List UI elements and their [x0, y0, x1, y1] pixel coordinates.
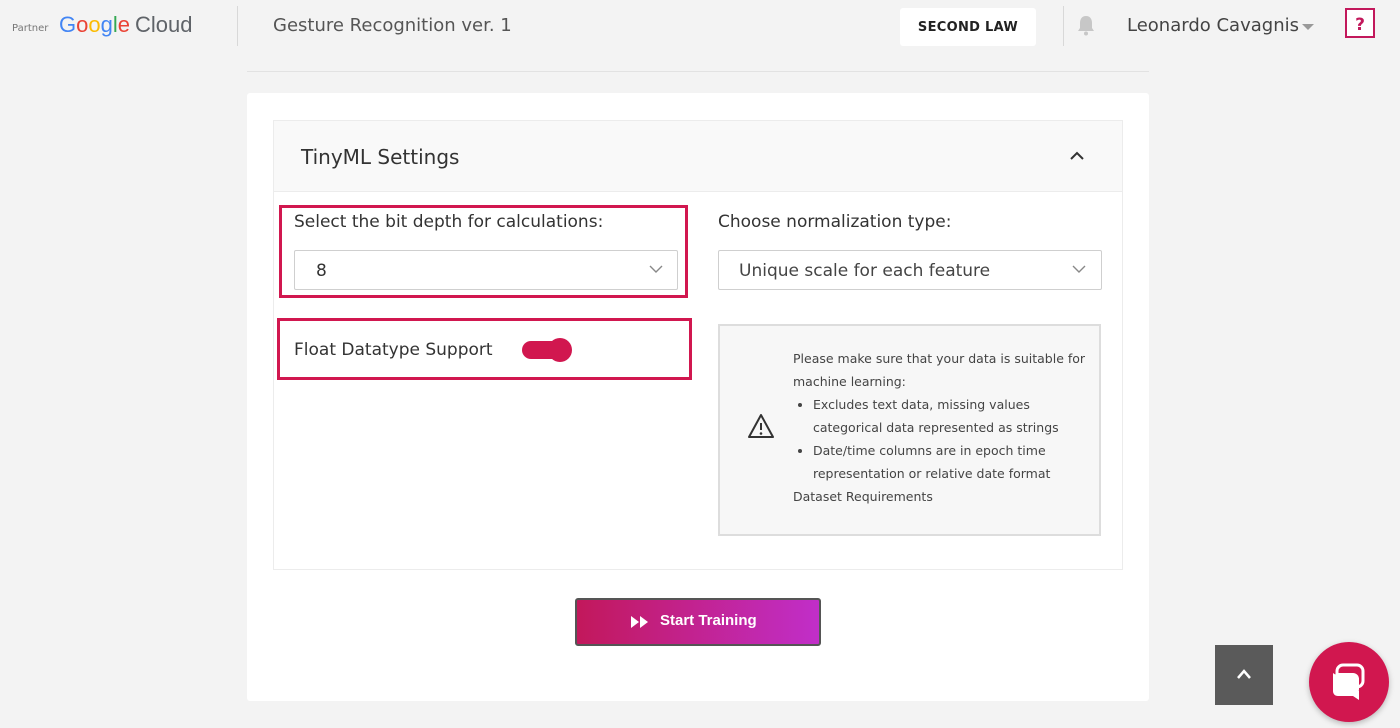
start-training-button[interactable]: Start Training	[575, 598, 821, 646]
bit-depth-select[interactable]: 8	[294, 250, 678, 290]
chat-widget-button[interactable]	[1309, 642, 1389, 722]
chevron-up-icon[interactable]	[1068, 148, 1086, 162]
divider	[1063, 6, 1064, 46]
toggle-knob	[548, 338, 572, 362]
normalization-value: Unique scale for each feature	[739, 261, 991, 281]
normalization-select[interactable]: Unique scale for each feature	[718, 250, 1102, 290]
chevron-down-icon[interactable]	[1302, 24, 1314, 30]
float-support-label: Float Datatype Support	[294, 340, 493, 360]
normalization-label: Choose normalization type:	[718, 212, 952, 232]
logo-letter: G	[59, 12, 77, 37]
logo-cloud-text: Cloud	[135, 12, 193, 37]
divider	[247, 71, 1149, 72]
panel-header[interactable]: TinyML Settings	[274, 121, 1122, 192]
tinyml-settings-panel: TinyML Settings Select the bit depth for…	[273, 120, 1123, 570]
notice-intro: Please make sure that your data is suita…	[793, 351, 1086, 389]
logo-letter: o	[76, 12, 89, 37]
organization-button[interactable]: SECOND LAW	[900, 8, 1036, 46]
fast-forward-icon	[631, 616, 648, 628]
chevron-down-icon	[1072, 265, 1086, 273]
chevron-up-icon	[1237, 669, 1251, 679]
partner-label: Partner	[12, 23, 49, 34]
bit-depth-value: 8	[316, 261, 327, 281]
float-support-toggle[interactable]	[522, 337, 572, 363]
logo-letter: o	[88, 12, 101, 37]
divider	[237, 6, 238, 46]
top-bar: Partner Google Cloud Gesture Recognition …	[0, 0, 1400, 54]
list-item: Date/time columns are in epoch time repr…	[813, 439, 1093, 485]
start-training-label: Start Training	[660, 612, 757, 629]
project-title: Gesture Recognition ver. 1	[273, 15, 512, 36]
dataset-requirements-link[interactable]: Dataset Requirements	[793, 485, 1093, 508]
data-requirements-notice: Please make sure that your data is suita…	[718, 324, 1101, 536]
bell-icon[interactable]	[1076, 14, 1096, 36]
scroll-to-top-button[interactable]	[1215, 645, 1273, 705]
settings-card: TinyML Settings Select the bit depth for…	[247, 93, 1149, 701]
warning-icon	[748, 414, 774, 438]
requirements-list: Excludes text data, missing values categ…	[793, 393, 1093, 485]
user-name[interactable]: Leonardo Cavagnis	[1127, 15, 1299, 36]
google-cloud-logo[interactable]: Google Cloud	[59, 12, 193, 38]
chevron-down-icon	[649, 265, 663, 273]
notice-body: Please make sure that your data is suita…	[793, 347, 1093, 508]
chat-icon	[1333, 663, 1365, 700]
bit-depth-label: Select the bit depth for calculations:	[294, 212, 604, 232]
list-item: Excludes text data, missing values categ…	[813, 393, 1093, 439]
panel-title: TinyML Settings	[301, 145, 460, 169]
logo-letter: e	[117, 12, 131, 37]
help-button[interactable]: ?	[1345, 8, 1375, 38]
logo-letter: g	[100, 12, 113, 37]
